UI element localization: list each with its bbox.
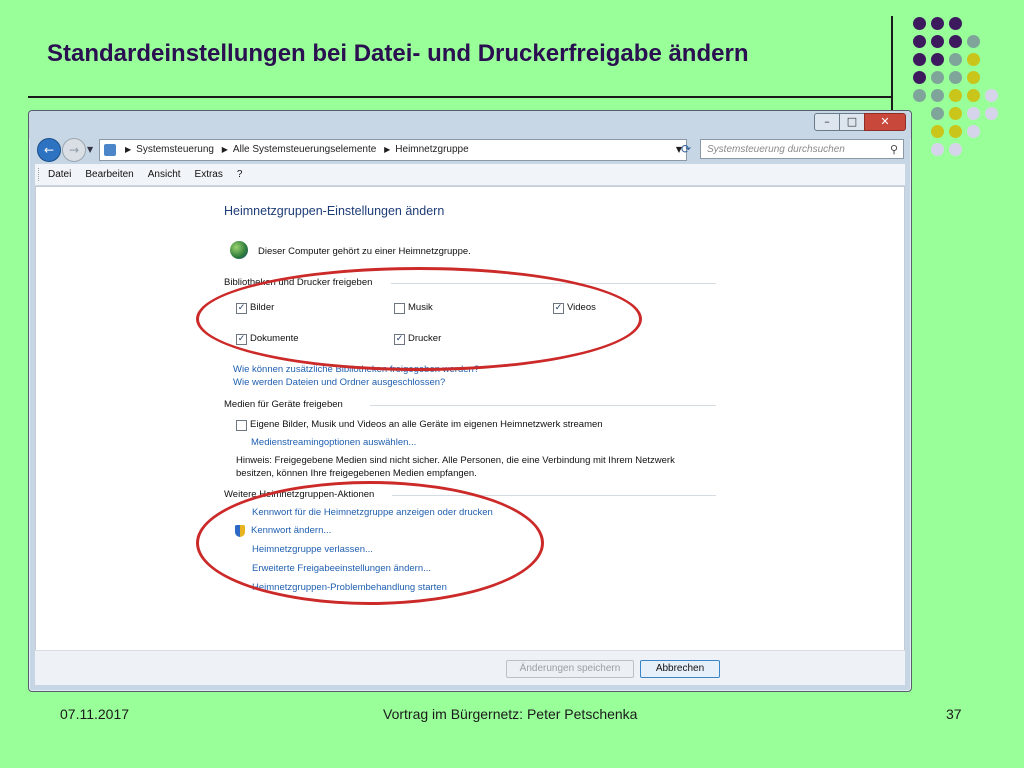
maximize-button[interactable]: □ [839,113,865,131]
decorative-dot [949,89,962,102]
decorative-dot [949,17,962,30]
media-group-divider [370,405,716,406]
slide-title: Standardeinstellungen bei Datei- und Dru… [47,40,749,67]
close-button[interactable]: ✕ [864,113,906,131]
content-pane: Heimnetzgruppen-Einstellungen ändern Die… [35,186,905,651]
search-icon[interactable]: ⚲ [890,140,898,160]
window-titlebar[interactable]: – □ ✕ [29,111,911,139]
decorative-dot [913,71,926,84]
breadcrumb: ▶ Systemsteuerung ▶ Alle Systemsteuerungse… [120,140,469,160]
minimize-button[interactable]: – [814,113,840,131]
decorative-dot [967,107,980,120]
control-panel-icon [104,144,116,156]
media-streaming-options-link[interactable]: Medienstreamingoptionen auswählen... [251,437,416,448]
highlight-ellipse-actions [196,481,544,605]
decorative-dot [967,71,980,84]
media-stream-label[interactable]: Eigene Bilder, Musik und Videos an alle … [250,419,603,430]
decorative-dot [967,53,980,66]
highlight-ellipse-libraries [196,267,642,371]
breadcrumb-item-systemsteuerung[interactable]: Systemsteuerung [136,144,214,155]
footer-date: 07.11.2017 [60,706,130,722]
breadcrumb-item-heimnetzgruppe[interactable]: Heimnetzgruppe [395,144,468,155]
homegroup-window: – □ ✕ ← → ▼ ▶ Systemsteuerung ▶ Alle Syste… [28,110,912,692]
horizontal-rule [28,96,892,98]
decorative-dot [931,35,944,48]
exclude-files-link[interactable]: Wie werden Dateien und Ordner ausgeschlo… [233,377,445,388]
decorative-dot [949,107,962,120]
decorative-dot [931,125,944,138]
menu-grip [38,167,42,181]
decorative-dot [949,143,962,156]
dialog-button-bar: Änderungen speichern Abbrechen [35,650,905,685]
decorative-dot [913,89,926,102]
footer-page-number: 37 [946,706,962,722]
homegroup-icon [230,241,248,259]
menu-item-datei[interactable]: Datei [48,169,71,180]
security-note-line2: besitzen, können Ihre freigegebenen Medi… [236,468,477,479]
decorative-dot [913,35,926,48]
menu-item-help[interactable]: ? [237,169,243,180]
media-group-header: Medien für Geräte freigeben [224,399,343,410]
cancel-button[interactable]: Abbrechen [640,660,720,678]
decorative-dot [931,143,944,156]
vertical-rule [891,16,893,118]
decorative-dot [985,89,998,102]
navigation-bar: ← → ▼ ▶ Systemsteuerung ▶ Alle Systemsteue… [35,138,905,162]
menu-item-bearbeiten[interactable]: Bearbeiten [85,169,133,180]
save-changes-button[interactable]: Änderungen speichern [506,660,634,678]
menu-bar: Datei Bearbeiten Ansicht Extras? [35,164,905,186]
breadcrumb-separator-icon[interactable]: ▶ [384,145,390,154]
history-dropdown-icon[interactable]: ▼ [87,145,93,154]
decorative-dot [949,71,962,84]
decorative-dot [931,17,944,30]
page-heading: Heimnetzgruppen-Einstellungen ändern [224,204,445,218]
breadcrumb-separator-icon[interactable]: ▶ [125,145,131,154]
dot-grid-decoration [913,17,1005,161]
decorative-dot [949,53,962,66]
refresh-icon[interactable]: ⟳ [676,140,696,158]
decorative-dot [985,107,998,120]
decorative-dot [949,125,962,138]
decorative-dot [913,17,926,30]
decorative-dot [931,89,944,102]
decorative-dot [931,71,944,84]
decorative-dot [967,35,980,48]
decorative-dot [931,107,944,120]
search-placeholder: Systemsteuerung durchsuchen [707,144,845,155]
decorative-dot [967,125,980,138]
menu-item-extras[interactable]: Extras [195,169,223,180]
decorative-dot [949,35,962,48]
security-note-line1: Hinweis: Freigegebene Medien sind nicht … [236,455,675,466]
decorative-dot [913,53,926,66]
decorative-dot [931,53,944,66]
forward-button[interactable]: → [62,138,86,162]
membership-text: Dieser Computer gehört zu einer Heimnetz… [258,246,471,257]
search-input[interactable]: Systemsteuerung durchsuchen ⚲ [700,139,904,159]
back-button[interactable]: ← [37,138,61,162]
media-stream-checkbox[interactable] [236,420,247,431]
address-bar[interactable]: ▶ Systemsteuerung ▶ Alle Systemsteuerungse… [99,139,687,161]
breadcrumb-separator-icon[interactable]: ▶ [222,145,228,154]
breadcrumb-item-alle-elemente[interactable]: Alle Systemsteuerungselemente [233,144,376,155]
footer-presenter: Vortrag im Bürgernetz: Peter Petschenka [383,706,638,722]
menu-item-ansicht[interactable]: Ansicht [148,169,181,180]
decorative-dot [967,89,980,102]
